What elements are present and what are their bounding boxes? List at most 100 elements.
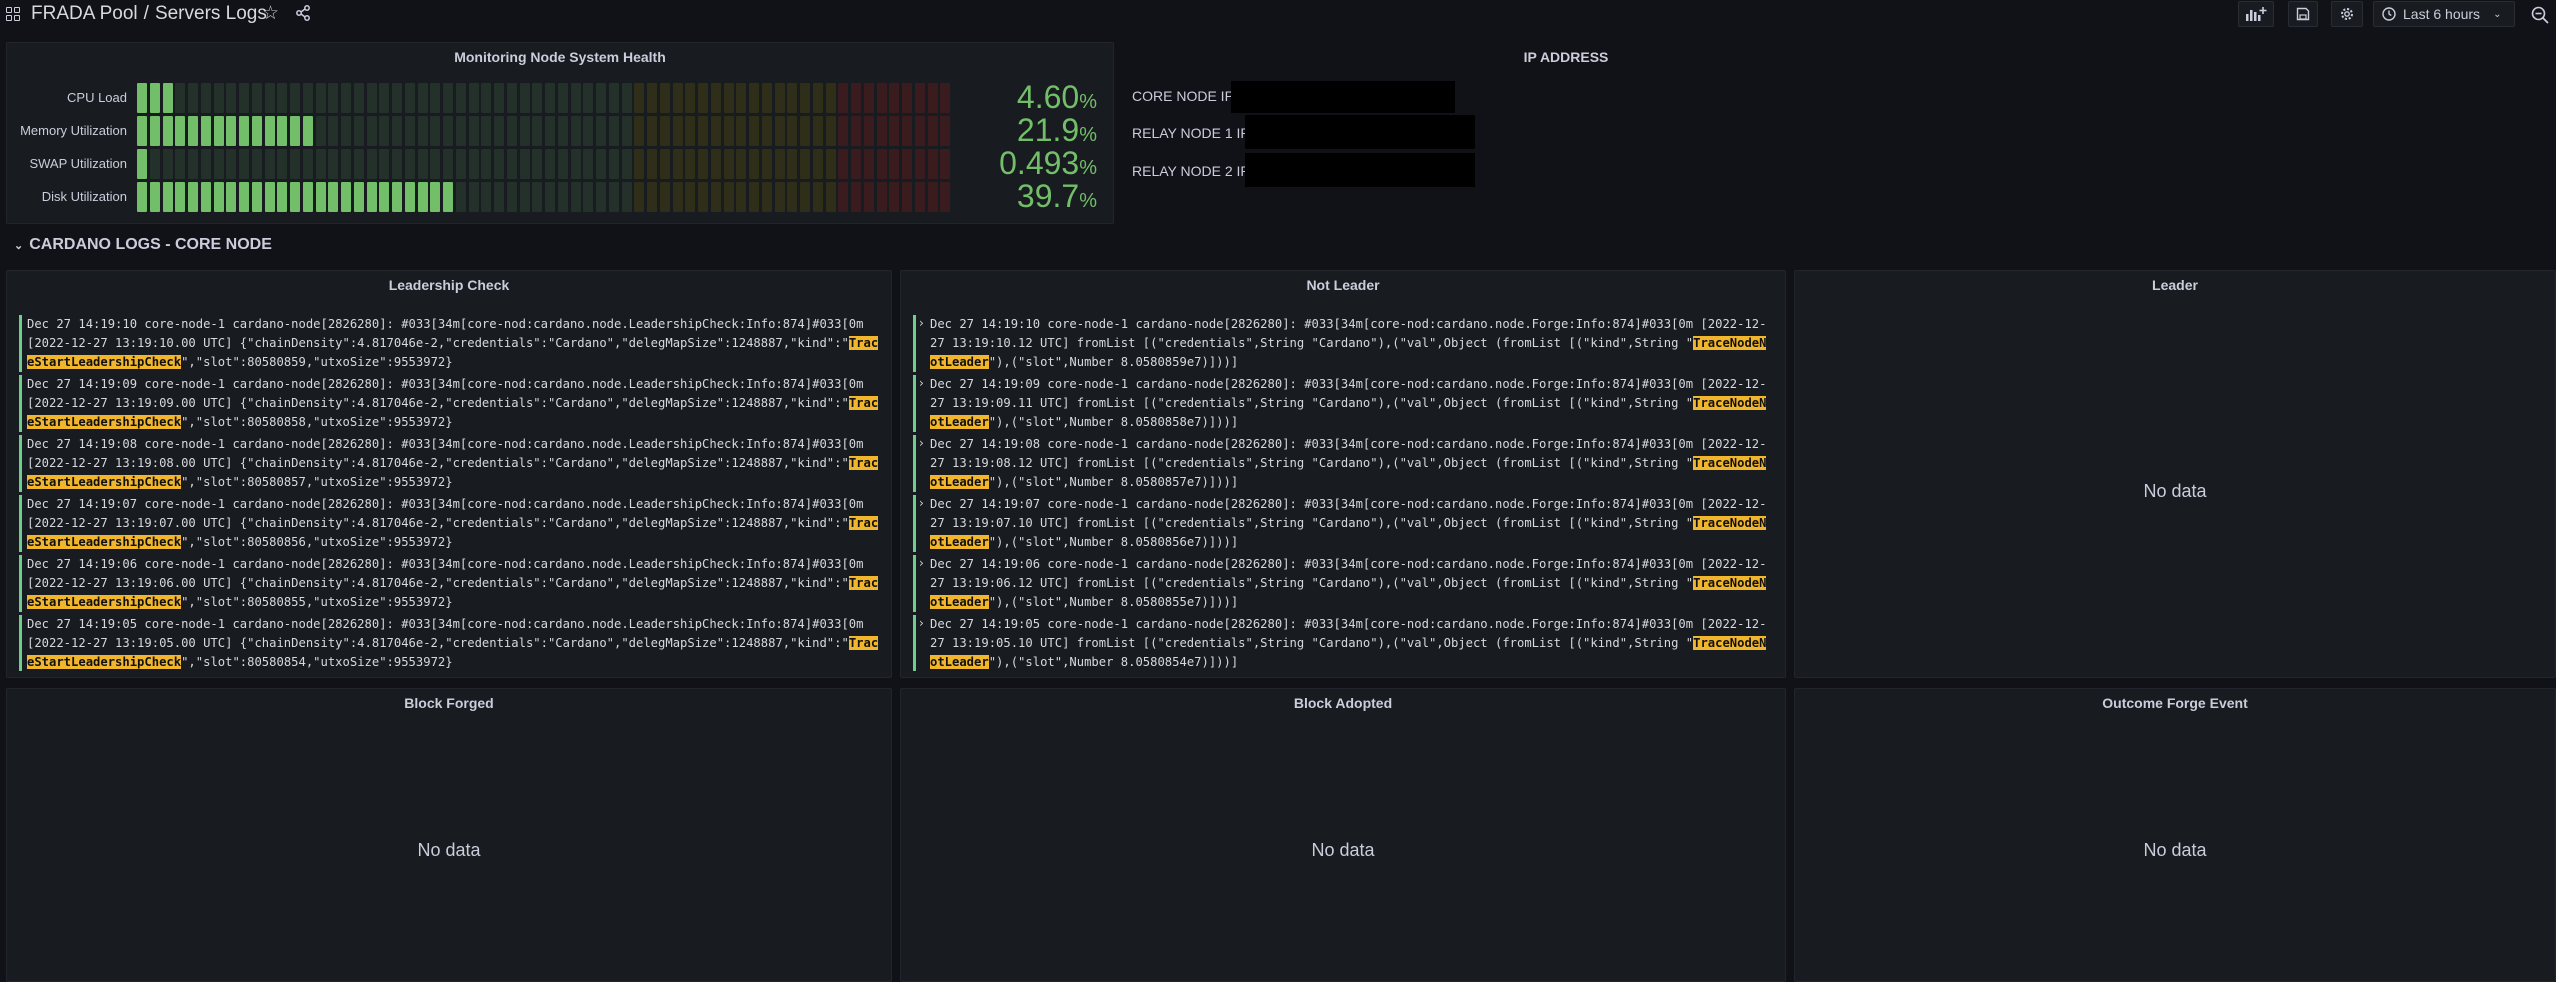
bar-gauge-cell	[570, 149, 581, 179]
bar-gauge-cell	[596, 149, 606, 179]
bar-gauge-cell	[596, 83, 606, 113]
zoom-out-icon[interactable]	[2530, 5, 2550, 25]
bar-gauge-cell	[634, 182, 645, 212]
bar-gauge-cell	[277, 182, 288, 212]
bar-gauge-value: 0.493%	[999, 145, 1097, 182]
bar-gauge-cell	[749, 182, 759, 212]
bar-gauge-cell	[519, 116, 530, 146]
bar-gauge-cell	[851, 116, 861, 146]
log-text: Dec 27 14:19:10 core-node-1 cardano-node…	[930, 317, 1767, 350]
log-entry[interactable]: Dec 27 14:19:08 core-node-1 cardano-node…	[19, 435, 879, 492]
relay-node-1-ip-label: RELAY NODE 1 IP	[1132, 125, 1250, 141]
log-entry[interactable]: Dec 27 14:19:05 core-node-1 cardano-node…	[19, 615, 879, 671]
log-text: Dec 27 14:19:05 core-node-1 cardano-node…	[930, 617, 1767, 650]
apps-grid-icon[interactable]	[6, 7, 20, 21]
log-entry[interactable]: Dec 27 14:19:10 core-node-1 cardano-node…	[19, 315, 879, 372]
block-forged-panel: Block Forged No data	[6, 688, 892, 982]
log-entry[interactable]: Dec 27 14:19:09 core-node-1 cardano-node…	[19, 375, 879, 432]
value-number: 4.60	[1016, 79, 1080, 115]
log-entry[interactable]: Dec 27 14:19:07 core-node-1 cardano-node…	[19, 495, 879, 552]
bar-gauge-cell	[264, 149, 275, 179]
log-list[interactable]: Dec 27 14:19:10 core-node-1 cardano-node…	[19, 315, 879, 671]
bar-gauge-cell	[264, 116, 275, 146]
bar-gauge-cell	[532, 83, 543, 113]
share-icon[interactable]	[294, 4, 312, 22]
bar-gauge-cell	[366, 149, 377, 179]
log-text: ","slot":80580857,"utxoSize":9553972}	[181, 475, 453, 489]
log-entry[interactable]: Dec 27 14:19:10 core-node-1 cardano-node…	[913, 315, 1773, 372]
bar-gauge-cell	[647, 149, 657, 179]
log-text: Dec 27 14:19:06 core-node-1 cardano-node…	[930, 557, 1767, 590]
star-icon[interactable]: ☆	[262, 2, 279, 25]
bar-gauge-cell	[137, 83, 147, 113]
add-panel-button[interactable]	[2238, 1, 2274, 27]
bar-gauge-cell	[927, 149, 938, 179]
log-entry[interactable]: Dec 27 14:19:05 core-node-1 cardano-node…	[913, 614, 1773, 671]
bar-gauge-cell	[889, 182, 900, 212]
breadcrumb-separator: /	[143, 3, 149, 24]
bar-gauge-cell	[774, 116, 785, 146]
log-text: ","slot":80580858,"utxoSize":9553972}	[181, 415, 453, 429]
panel-title[interactable]: Block Adopted	[901, 695, 1785, 711]
bar-gauge-cell	[481, 149, 492, 179]
bar-gauge-cell	[315, 116, 326, 146]
bar-gauge-cell	[838, 83, 849, 113]
log-entry[interactable]: Dec 27 14:19:06 core-node-1 cardano-node…	[913, 554, 1773, 612]
bar-gauge-cell	[787, 182, 798, 212]
panel-title[interactable]: Not Leader	[901, 277, 1785, 293]
system-health-panel: Monitoring Node System Health CPU Load 4.…	[6, 42, 1114, 224]
bar-gauge-cell	[532, 116, 543, 146]
bar-gauge-cell	[455, 149, 466, 179]
bar-gauge-cell	[914, 116, 925, 146]
log-entry[interactable]: Dec 27 14:19:06 core-node-1 cardano-node…	[19, 555, 879, 612]
bar-gauge-cell	[608, 149, 619, 179]
panel-title[interactable]: Leadership Check	[7, 277, 891, 293]
dashboard-title[interactable]: Servers Logs	[155, 3, 267, 25]
time-range-picker[interactable]: Last 6 hours ⌄	[2373, 1, 2515, 27]
bar-gauge-cell	[685, 116, 696, 146]
bar-gauge-cell	[685, 149, 696, 179]
bar-gauge-cell	[570, 182, 581, 212]
bar-gauge-cell	[302, 182, 313, 212]
panel-title[interactable]: Block Forged	[7, 695, 891, 711]
bar-gauge-cell	[162, 182, 173, 212]
panel-title[interactable]: Leader	[1795, 277, 2555, 293]
bar-gauge-cell	[608, 83, 619, 113]
bar-gauge-cell	[175, 182, 186, 212]
bar-gauge-cell	[302, 83, 313, 113]
bar-gauge-cell	[315, 83, 326, 113]
panel-title[interactable]: IP ADDRESS	[1121, 49, 2011, 65]
bar-gauge-cell	[417, 149, 428, 179]
bar-gauge-cell	[506, 83, 517, 113]
bar-gauge-cell	[812, 116, 823, 146]
bar-gauge-cell	[290, 83, 300, 113]
bar-gauge-cell	[621, 182, 632, 212]
bar-gauge-cell	[761, 83, 772, 113]
panel-title[interactable]: Monitoring Node System Health	[7, 49, 1113, 65]
panel-title[interactable]: Outcome Forge Event	[1795, 695, 2555, 711]
log-list[interactable]: Dec 27 14:19:10 core-node-1 cardano-node…	[913, 315, 1773, 671]
log-entry[interactable]: Dec 27 14:19:09 core-node-1 cardano-node…	[913, 374, 1773, 432]
log-text: ","slot":80580856,"utxoSize":9553972}	[181, 535, 453, 549]
log-text: "),("slot",Number 8.0580856e7)]))]	[988, 535, 1239, 549]
log-entry[interactable]: Dec 27 14:19:08 core-node-1 cardano-node…	[913, 434, 1773, 492]
bar-gauge-cell	[736, 116, 747, 146]
log-entry[interactable]: Dec 27 14:19:07 core-node-1 cardano-node…	[913, 494, 1773, 552]
bar-gauge-cell	[545, 83, 555, 113]
bar-gauge-cell	[366, 182, 377, 212]
settings-button[interactable]	[2331, 1, 2363, 27]
bar-gauge-cell	[672, 149, 683, 179]
row-header-cardano-logs[interactable]: ⌄ CARDANO LOGS - CORE NODE	[14, 236, 272, 254]
bar-gauge-value: 4.60%	[1017, 79, 1097, 116]
block-adopted-panel: Block Adopted No data	[900, 688, 1786, 982]
save-dashboard-button[interactable]	[2288, 1, 2318, 27]
bar-gauge-row: SWAP Utilization 0.493%	[7, 145, 1113, 181]
bar-gauge-cell	[264, 182, 275, 212]
bar-gauge-cell	[506, 182, 517, 212]
bar-gauge-cell	[889, 83, 900, 113]
bar-gauge-cell	[761, 182, 772, 212]
redacted-relay1-ip	[1245, 115, 1475, 149]
breadcrumb-folder[interactable]: FRADA Pool	[31, 3, 138, 25]
bar-gauge-cell	[761, 116, 772, 146]
bar-gauge-cell	[455, 182, 466, 212]
